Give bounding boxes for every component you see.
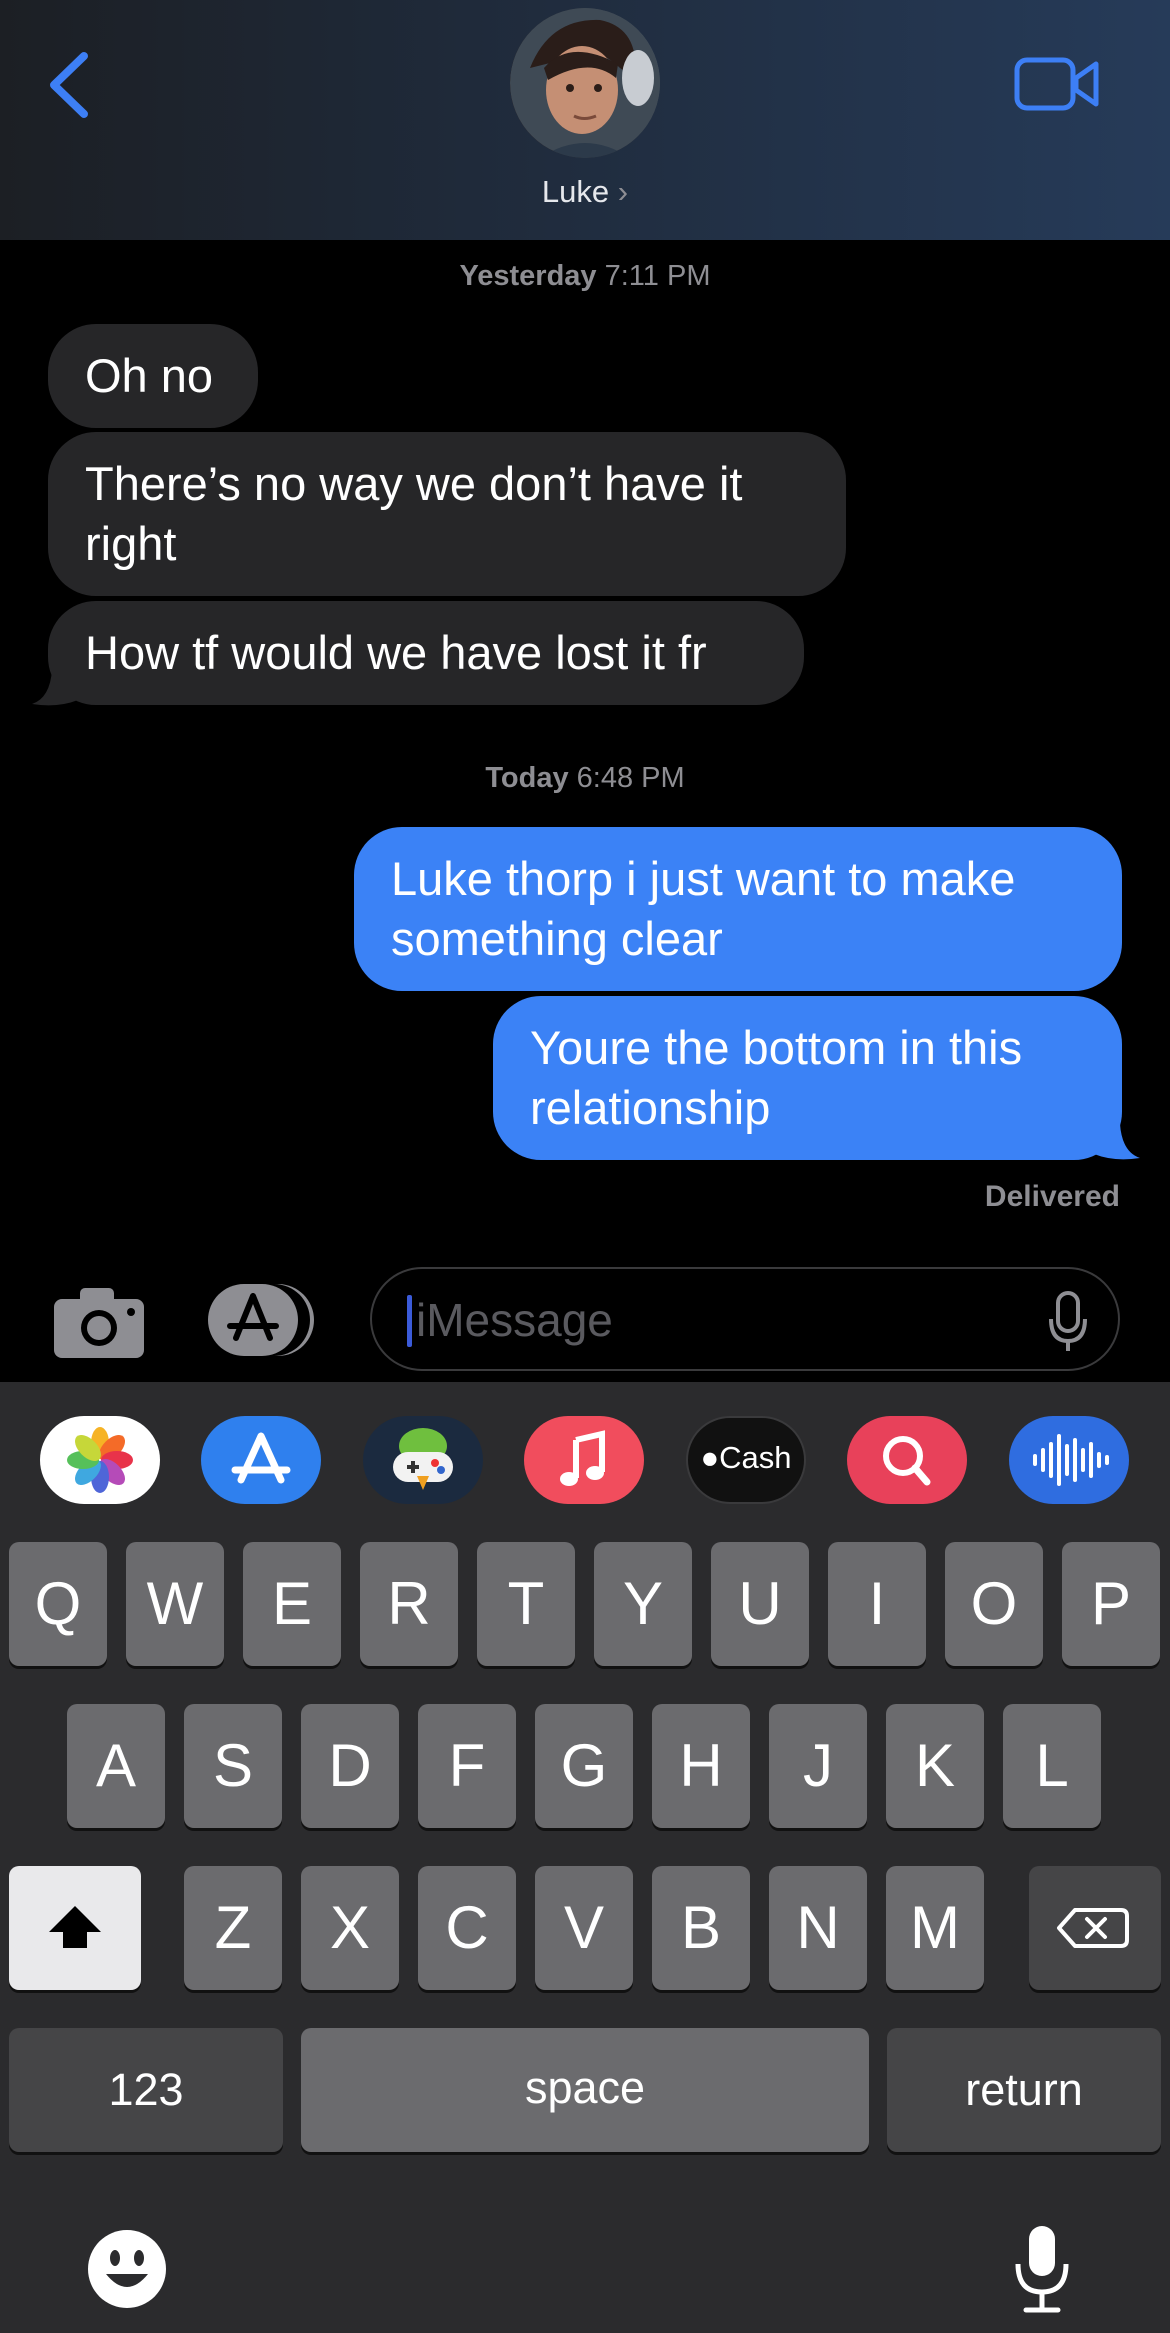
dictation-microphone-icon[interactable] [1012,2224,1072,2314]
numbers-key[interactable]: 123 [9,2028,283,2152]
space-key[interactable]: space [301,2028,869,2152]
shift-arrow-icon [49,1906,101,1948]
apple-cash-icon[interactable]: ●Cash [686,1416,806,1504]
message-text: There’s no way we don’t have it [85,457,743,510]
message-text: Luke thorp i just want to make [391,852,1016,905]
keyboard: ●Cash Q W E R T Y U I O P A S D F G H J … [0,1382,1170,2333]
key-n[interactable]: N [769,1866,867,1990]
key-t[interactable]: T [477,1542,575,1666]
incoming-message[interactable]: There’s no way we don’t have it right [48,432,846,596]
timestamp: Yesterday 7:11 PM [0,260,1170,293]
delete-key[interactable] [1029,1866,1161,1990]
outgoing-message[interactable]: Luke thorp i just want to make something… [354,827,1122,991]
emoji-icon[interactable] [86,2228,168,2310]
key-k[interactable]: K [886,1704,984,1828]
key-b[interactable]: B [652,1866,750,1990]
delete-backspace-icon [1057,1908,1129,1948]
key-s[interactable]: S [184,1704,282,1828]
text-cursor [407,1295,412,1347]
app-store-icon[interactable] [208,1280,318,1360]
avatar-photo [510,8,660,158]
key-w[interactable]: W [126,1542,224,1666]
key-h[interactable]: H [652,1704,750,1828]
return-key[interactable]: return [887,2028,1161,2152]
apple-cash-label: Cash [719,1440,792,1475]
key-x[interactable]: X [301,1866,399,1990]
timestamp-time: 6:48 PM [576,762,685,794]
key-l[interactable]: L [1003,1704,1101,1828]
message-text: relationship [530,1081,771,1134]
key-o[interactable]: O [945,1542,1043,1666]
key-z[interactable]: Z [184,1866,282,1990]
key-p[interactable]: P [1062,1542,1160,1666]
app-store-icon[interactable] [201,1416,321,1504]
bubble-tail [32,670,78,706]
music-icon[interactable] [524,1416,644,1504]
chevron-right-icon: › [617,174,629,209]
timestamp-day: Today [485,762,569,794]
timestamp: Today 6:48 PM [0,762,1170,795]
contact-name[interactable]: Luke › [0,174,1170,210]
timestamp-time: 7:11 PM [604,260,711,292]
message-text: right [85,517,177,570]
camera-icon[interactable] [52,1285,146,1360]
microphone-icon[interactable] [1048,1291,1088,1353]
message-input[interactable]: iMessage [370,1267,1120,1371]
delivery-status: Delivered [984,1180,1120,1213]
key-r[interactable]: R [360,1542,458,1666]
game-pigeon-icon[interactable] [363,1416,483,1504]
message-text: something clear [391,912,723,965]
conversation-header: Luke › [0,0,1170,240]
key-g[interactable]: G [535,1704,633,1828]
shift-key[interactable] [9,1866,141,1990]
video-camera-icon[interactable] [1014,54,1100,114]
outgoing-message[interactable]: Youre the bottom in this relationship [493,996,1122,1160]
message-text: Youre the bottom in this [530,1021,1023,1074]
incoming-message[interactable]: How tf would we have lost it fr [48,601,804,705]
app-strip: ●Cash [0,1382,1170,1534]
message-text: How tf would we have lost it fr [85,626,707,679]
key-a[interactable]: A [67,1704,165,1828]
key-j[interactable]: J [769,1704,867,1828]
timestamp-day: Yesterday [459,260,597,292]
search-images-icon[interactable] [847,1416,967,1504]
audio-message-icon[interactable] [1009,1416,1129,1504]
photos-icon[interactable] [40,1416,160,1504]
incoming-message[interactable]: Oh no [48,324,258,428]
key-y[interactable]: Y [594,1542,692,1666]
key-f[interactable]: F [418,1704,516,1828]
contact-avatar[interactable] [510,8,660,158]
key-e[interactable]: E [243,1542,341,1666]
key-u[interactable]: U [711,1542,809,1666]
key-m[interactable]: M [886,1866,984,1990]
contact-name-text: Luke [541,174,610,209]
chevron-left-icon[interactable] [40,50,100,120]
bubble-tail [1094,1124,1140,1160]
composer-bar: iMessage [0,1250,1170,1380]
input-placeholder: iMessage [416,1294,613,1346]
key-i[interactable]: I [828,1542,926,1666]
message-text: Oh no [85,349,214,402]
apple-logo-icon: ● [700,1440,720,1475]
key-c[interactable]: C [418,1866,516,1990]
key-v[interactable]: V [535,1866,633,1990]
key-d[interactable]: D [301,1704,399,1828]
key-q[interactable]: Q [9,1542,107,1666]
